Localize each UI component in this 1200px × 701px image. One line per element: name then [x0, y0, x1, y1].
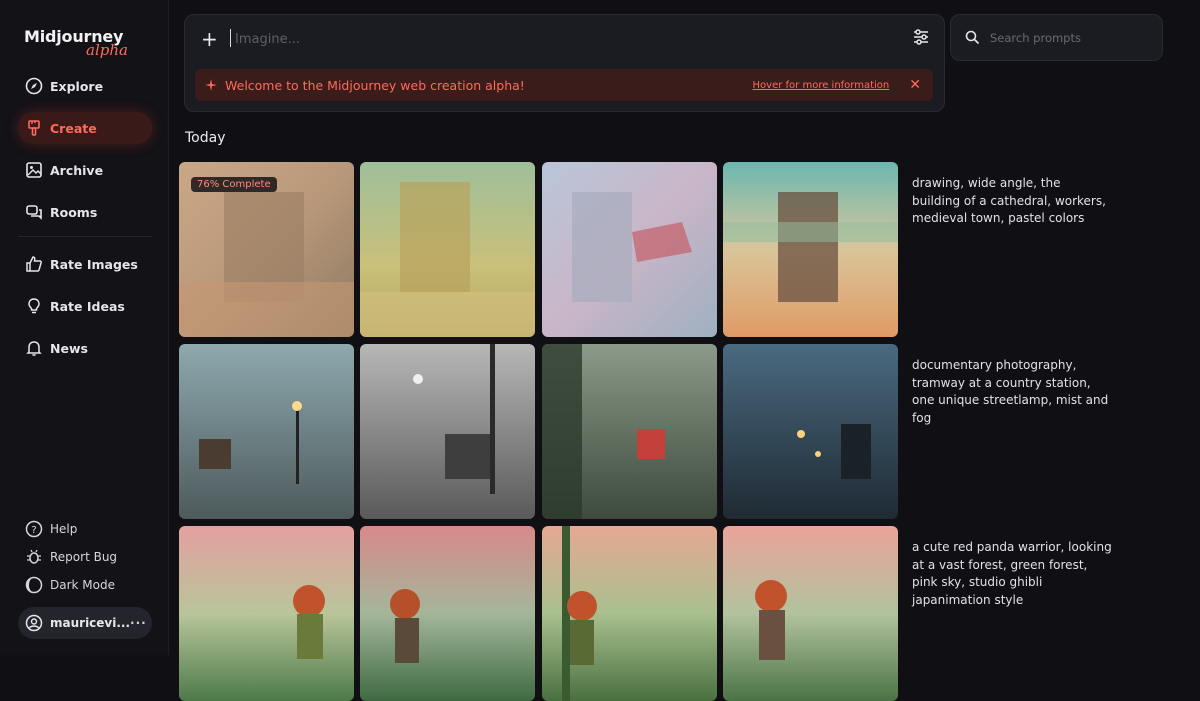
sidebar-item-label: Help — [50, 522, 78, 536]
sidebar-item-explore[interactable]: Explore — [18, 70, 152, 102]
lightbulb-icon — [25, 297, 43, 315]
sidebar-item-news[interactable]: News — [18, 332, 152, 364]
thumbs-up-icon — [25, 255, 43, 273]
sidebar-item-label: Rate Ideas — [50, 298, 125, 314]
generated-image[interactable]: 76% Complete — [179, 162, 354, 337]
text-cursor — [230, 29, 231, 47]
generated-image[interactable] — [179, 344, 354, 519]
sidebar-item-dark-mode[interactable]: Dark Mode — [18, 573, 152, 597]
moon-icon — [25, 576, 43, 594]
prompt-panel: + Welcome to the Midjourney web creation… — [184, 14, 945, 112]
sidebar-item-help[interactable]: ? Help — [18, 517, 152, 541]
logo-alpha-tag: alpha — [86, 41, 128, 59]
progress-badge: 76% Complete — [191, 177, 277, 192]
sidebar-item-label: Explore — [50, 78, 104, 94]
prompt-caption: drawing, wide angle, the building of a c… — [912, 176, 1106, 225]
generated-image[interactable] — [360, 344, 535, 519]
close-icon[interactable]: ✕ — [909, 77, 921, 93]
sidebar-item-rate-images[interactable]: Rate Images — [18, 248, 152, 280]
sidebar-divider — [18, 236, 152, 237]
sidebar-item-rooms[interactable]: Rooms — [18, 196, 152, 228]
bug-icon — [25, 548, 43, 566]
sparkle-icon — [205, 79, 217, 91]
generated-image[interactable] — [542, 162, 717, 337]
imagine-input[interactable] — [233, 28, 897, 50]
help-icon: ? — [25, 520, 43, 538]
prompt-caption: a cute red panda warrior, looking at a v… — [912, 540, 1112, 607]
sidebar: Midjourney alpha Explore Create Archive … — [0, 0, 169, 655]
sidebar-item-label: News — [50, 340, 88, 356]
add-image-button[interactable]: + — [201, 27, 218, 51]
username: mauricevi... — [50, 616, 131, 630]
search-input[interactable] — [988, 29, 1152, 46]
section-title-today: Today — [185, 130, 226, 146]
search-icon — [965, 30, 980, 45]
sidebar-item-label: Create — [50, 120, 97, 136]
sidebar-item-report-bug[interactable]: Report Bug — [18, 545, 152, 569]
generated-image[interactable] — [723, 344, 898, 519]
logo[interactable]: Midjourney alpha — [24, 27, 128, 59]
sidebar-item-rate-ideas[interactable]: Rate Ideas — [18, 290, 152, 322]
more-info-link[interactable]: Hover for more information — [753, 80, 890, 91]
svg-text:?: ? — [31, 525, 36, 536]
generated-image[interactable] — [179, 526, 354, 701]
generated-image[interactable] — [360, 526, 535, 701]
generated-image[interactable] — [542, 526, 717, 701]
settings-sliders-icon[interactable] — [912, 28, 930, 46]
generated-image[interactable] — [542, 344, 717, 519]
bell-icon — [25, 339, 43, 357]
sidebar-item-label: Report Bug — [50, 550, 118, 564]
generated-image[interactable] — [360, 162, 535, 337]
search-prompts — [950, 14, 1163, 61]
sidebar-item-create[interactable]: Create — [18, 112, 152, 144]
paintbrush-icon — [25, 119, 43, 137]
generated-image[interactable] — [723, 526, 898, 701]
sidebar-item-label: Rate Images — [50, 256, 138, 272]
sidebar-item-label: Rooms — [50, 204, 98, 220]
generated-image[interactable] — [723, 162, 898, 337]
user-avatar-icon — [25, 614, 43, 632]
more-options-icon[interactable]: ··· — [130, 616, 147, 630]
sidebar-item-label: Dark Mode — [50, 578, 115, 592]
prompt-caption: documentary photography, tramway at a co… — [912, 358, 1109, 425]
chat-icon — [25, 203, 43, 221]
sidebar-item-label: Archive — [50, 162, 104, 178]
banner-text: Welcome to the Midjourney web creation a… — [225, 77, 525, 93]
compass-icon — [25, 77, 43, 95]
sidebar-item-archive[interactable]: Archive — [18, 154, 152, 186]
user-menu[interactable]: mauricevi... ··· — [18, 607, 152, 639]
welcome-banner: Welcome to the Midjourney web creation a… — [195, 69, 933, 101]
image-icon — [25, 161, 43, 179]
